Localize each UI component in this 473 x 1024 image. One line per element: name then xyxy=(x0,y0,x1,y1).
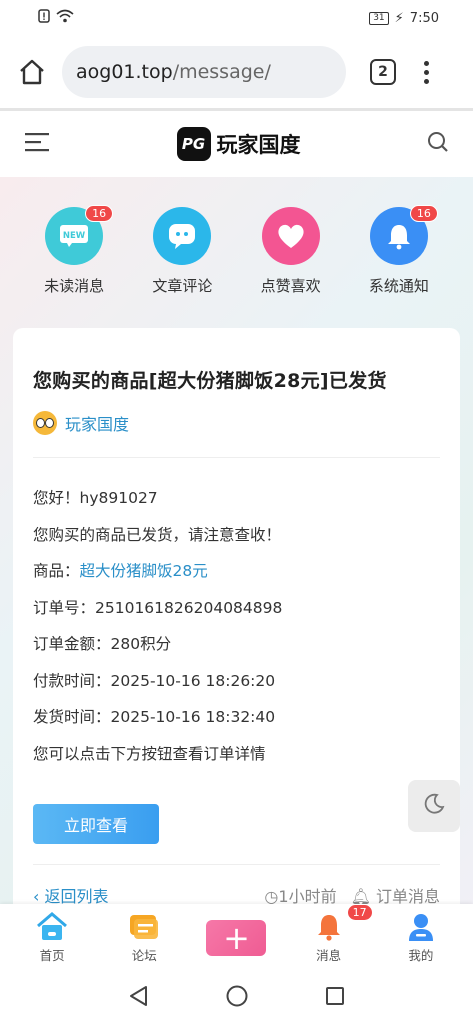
home-circle-icon[interactable] xyxy=(225,984,249,1012)
nav-label: 文章评论 xyxy=(152,277,213,295)
moon-icon xyxy=(422,792,446,820)
address-bar[interactable]: aog01.top/message/ xyxy=(62,46,346,98)
view-order-button[interactable]: 立即查看 xyxy=(33,804,159,844)
browser-toolbar: aog01.top/message/ 2 xyxy=(0,36,473,108)
bottom-nav-home[interactable]: 首页 xyxy=(12,912,92,964)
unread-badge: 16 xyxy=(85,205,114,222)
back-icon[interactable] xyxy=(128,985,150,1011)
charging-icon: ⚡ xyxy=(394,10,404,26)
url-path: /message/ xyxy=(172,61,271,83)
home-icon[interactable] xyxy=(16,56,48,88)
plus-icon: + xyxy=(206,920,267,956)
nav-label: 我的 xyxy=(408,948,434,963)
new-icon: NEW 16 xyxy=(45,205,114,265)
battery-icon: 31 xyxy=(369,11,389,25)
order-amount: 订单金额：280积分 xyxy=(33,635,172,653)
nav-system-notices[interactable]: 16 系统通知 xyxy=(354,205,444,296)
message-category-nav: NEW 16 未读消息 文章评论 点赞喜欢 16 系统通知 xyxy=(0,205,473,296)
notice-badge: 16 xyxy=(409,205,438,222)
product-link[interactable]: 超大份猪脚饭28元 xyxy=(80,562,208,580)
product-label: 商品： xyxy=(33,562,80,580)
heart-icon xyxy=(261,207,320,265)
nav-label: 论坛 xyxy=(131,948,157,963)
site-logo[interactable]: PG 玩家国度 xyxy=(176,127,301,161)
ship-time: 发货时间：2025-10-16 18:32:40 xyxy=(33,708,276,726)
alert-icon xyxy=(38,9,50,27)
bell-icon: 17 xyxy=(313,904,373,942)
nav-label: 点赞喜欢 xyxy=(260,277,321,295)
divider xyxy=(33,457,440,458)
home-icon xyxy=(36,912,68,942)
status-bar: 31 ⚡ 7:50 xyxy=(0,0,473,36)
hamburger-menu-icon[interactable] xyxy=(24,132,50,156)
message-card: 您购买的商品[超大份猪脚饭28元]已发货 玩家国度 您好！hy891027 您购… xyxy=(13,328,460,928)
user-icon xyxy=(405,912,437,942)
message-title: 您购买的商品[超大份猪脚饭28元]已发货 xyxy=(33,370,387,392)
nav-article-comments[interactable]: 文章评论 xyxy=(137,207,227,296)
bottom-nav-post[interactable]: + xyxy=(196,920,276,956)
paid-time: 付款时间：2025-10-16 18:26:20 xyxy=(33,671,276,690)
status-time: 7:50 xyxy=(409,10,439,26)
svg-text:NEW: NEW xyxy=(63,231,86,241)
nav-label: 未读消息 xyxy=(44,277,105,295)
divider xyxy=(33,864,440,865)
nav-label: 首页 xyxy=(39,948,65,963)
bottom-nav-messages[interactable]: 17 消息 xyxy=(289,904,373,964)
url-host: aog01.top xyxy=(76,61,173,83)
tab-switcher-button[interactable]: 2 xyxy=(370,59,396,85)
dark-mode-toggle[interactable] xyxy=(408,780,460,832)
site-header: PG 玩家国度 xyxy=(0,111,473,177)
system-navigation-bar xyxy=(0,972,473,1024)
more-menu-icon[interactable] xyxy=(424,60,429,84)
recents-icon[interactable] xyxy=(324,985,346,1011)
avatar xyxy=(33,411,57,435)
author-name: 玩家国度 xyxy=(65,415,130,434)
messages-badge: 17 xyxy=(346,904,373,921)
nav-likes[interactable]: 点赞喜欢 xyxy=(246,207,336,296)
forum-icon xyxy=(128,912,160,942)
message-author[interactable]: 玩家国度 xyxy=(33,411,440,435)
nav-label: 消息 xyxy=(316,948,342,963)
bottom-nav-forum[interactable]: 论坛 xyxy=(104,912,184,964)
wifi-icon xyxy=(56,9,74,27)
nav-unread-messages[interactable]: NEW 16 未读消息 xyxy=(29,205,119,296)
greeting: 您好！hy891027 xyxy=(33,489,158,507)
hint-text: 您可以点击下方按钮查看订单详情 xyxy=(33,744,266,763)
site-name: 玩家国度 xyxy=(216,133,301,157)
nav-label: 系统通知 xyxy=(368,277,429,295)
message-body: 您好！hy891027 您购买的商品已发货，请注意查收！ 商品：超大份猪脚饭28… xyxy=(33,480,440,772)
bottom-nav: 首页 论坛 + 17 消息 我的 xyxy=(0,904,473,972)
logo-mark: PG xyxy=(176,127,211,161)
product-line: 商品：超大份猪脚饭28元 xyxy=(33,553,440,590)
chat-bubble-icon xyxy=(153,207,212,265)
bell-icon: 16 xyxy=(369,205,438,265)
order-number: 订单号：2510161826204084898 xyxy=(33,598,283,617)
search-icon[interactable] xyxy=(427,131,449,157)
bottom-nav-profile[interactable]: 我的 xyxy=(381,912,461,964)
shipping-notice: 您购买的商品已发货，请注意查收！ xyxy=(33,525,282,544)
